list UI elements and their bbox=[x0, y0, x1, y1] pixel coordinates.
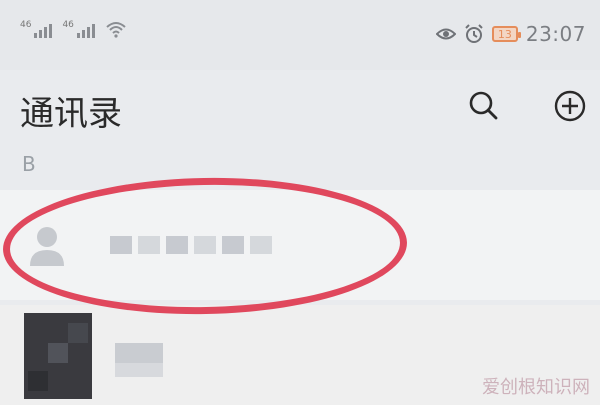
wifi-icon bbox=[106, 22, 126, 38]
default-avatar-icon bbox=[30, 227, 64, 266]
avatar bbox=[24, 313, 92, 399]
alarm-icon bbox=[465, 24, 483, 43]
watermark: 爱创根知识网 bbox=[482, 377, 590, 398]
contact-name-blurred bbox=[110, 236, 278, 254]
sim1-signal-icon: 46 bbox=[20, 20, 53, 38]
add-contact-button[interactable] bbox=[552, 88, 588, 124]
status-bar: 46 46 13 23:07 bbox=[0, 0, 600, 70]
contact-name-blurred bbox=[115, 343, 163, 377]
battery-icon: 13 bbox=[491, 26, 521, 42]
clock-time: 23:07 bbox=[525, 22, 586, 46]
list-item-contact[interactable] bbox=[0, 190, 600, 300]
sim2-network-tag: 46 bbox=[62, 20, 74, 30]
section-index-letter: B bbox=[22, 152, 36, 176]
battery-level: 13 bbox=[497, 27, 512, 41]
signal-group: 46 46 bbox=[20, 20, 127, 38]
sim2-signal-icon: 46 bbox=[62, 20, 95, 38]
contact-list bbox=[0, 185, 600, 405]
page-title: 通讯录 bbox=[20, 94, 122, 134]
contacts-header: 通讯录 bbox=[0, 70, 600, 150]
sim1-network-tag: 46 bbox=[20, 20, 32, 30]
search-icon[interactable] bbox=[466, 88, 502, 124]
eye-icon bbox=[435, 28, 456, 40]
status-icons: 13 23:07 bbox=[435, 22, 586, 46]
